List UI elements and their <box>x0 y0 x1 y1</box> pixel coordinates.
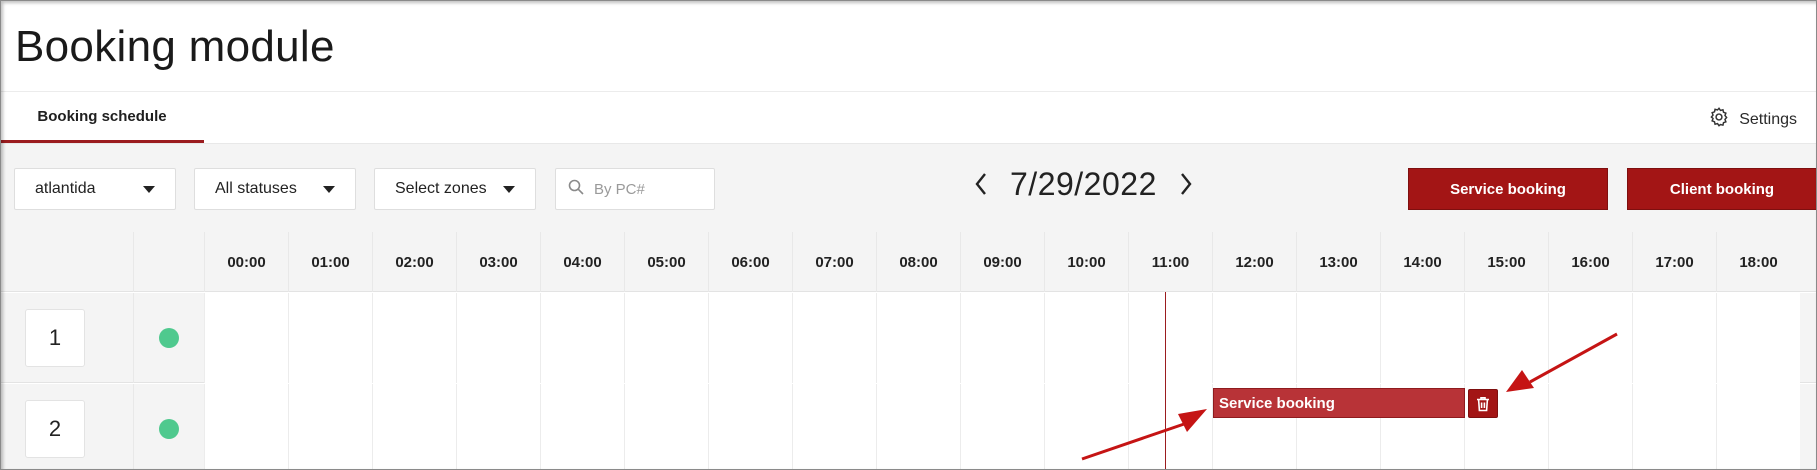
time-slot[interactable] <box>1044 384 1128 470</box>
hour-label: 13:00 <box>1296 232 1380 292</box>
hour-label: 05:00 <box>624 232 708 292</box>
prev-day-button[interactable] <box>970 164 992 204</box>
time-slot[interactable] <box>624 293 708 383</box>
time-slot[interactable] <box>288 384 372 470</box>
hour-label: 10:00 <box>1044 232 1128 292</box>
time-slot[interactable] <box>1044 293 1128 383</box>
time-slot[interactable] <box>540 384 624 470</box>
caret-down-icon <box>503 186 515 193</box>
caret-down-icon <box>323 186 335 193</box>
time-slot[interactable] <box>792 293 876 383</box>
date-navigator: 7/29/2022 <box>970 164 1197 204</box>
time-slot[interactable] <box>1128 293 1212 383</box>
caret-down-icon <box>143 186 155 193</box>
hour-label: 02:00 <box>372 232 456 292</box>
hour-label: 07:00 <box>792 232 876 292</box>
hour-label: 06:00 <box>708 232 792 292</box>
pc-search-input[interactable] <box>594 180 704 198</box>
status-indicator <box>159 419 179 439</box>
time-slot[interactable] <box>288 293 372 383</box>
status-column-header <box>133 232 204 292</box>
page-title: Booking module <box>15 22 335 71</box>
chevron-right-icon <box>1180 173 1192 195</box>
pc-number[interactable]: 1 <box>25 309 85 367</box>
time-slot[interactable] <box>1212 293 1296 383</box>
time-slot[interactable] <box>792 384 876 470</box>
service-booking-button[interactable]: Service booking <box>1408 168 1608 210</box>
time-slot[interactable] <box>624 384 708 470</box>
time-slot[interactable] <box>960 384 1044 470</box>
hour-label: 15:00 <box>1464 232 1548 292</box>
page-header: Booking module <box>0 0 1817 92</box>
time-slot[interactable] <box>456 384 540 470</box>
time-slot[interactable] <box>1632 384 1716 470</box>
zones-select-value: Select zones <box>395 180 487 197</box>
settings-link[interactable]: Settings <box>1708 106 1797 133</box>
tab-booking-schedule[interactable]: Booking schedule <box>0 92 204 143</box>
tab-bar: Booking schedule Settings <box>0 92 1817 144</box>
chevron-left-icon <box>975 173 986 195</box>
hour-label: 09:00 <box>960 232 1044 292</box>
schedule-header: 00:00 01:00 02:00 03:00 04:00 05:00 06:00 07:00… <box>0 232 1817 292</box>
time-slot[interactable] <box>1464 293 1548 383</box>
time-slot[interactable] <box>204 384 288 470</box>
time-slot[interactable] <box>708 293 792 383</box>
hour-label: 17:00 <box>1632 232 1716 292</box>
gear-icon <box>1708 106 1730 133</box>
hour-label: 11:00 <box>1128 232 1212 292</box>
schedule-row: 1 <box>0 293 1817 383</box>
column-divider <box>133 384 134 470</box>
time-slot[interactable] <box>372 293 456 383</box>
column-divider <box>133 293 134 383</box>
client-booking-button[interactable]: Client booking <box>1627 168 1817 210</box>
time-slot[interactable] <box>1548 293 1632 383</box>
service-booking-block[interactable]: Service booking <box>1213 388 1465 418</box>
delete-booking-button[interactable] <box>1468 389 1498 418</box>
time-slot[interactable] <box>1296 293 1380 383</box>
next-day-button[interactable] <box>1175 164 1197 204</box>
status-select[interactable]: All statuses <box>194 168 356 210</box>
zones-select[interactable]: Select zones <box>374 168 536 210</box>
toolbar: atlantida All statuses Select zones 7/29… <box>0 144 1817 232</box>
trash-icon <box>1477 396 1489 411</box>
time-slot[interactable] <box>876 293 960 383</box>
time-slot[interactable] <box>540 293 624 383</box>
time-slot[interactable] <box>1380 293 1464 383</box>
hour-label: 04:00 <box>540 232 624 292</box>
time-slot[interactable] <box>372 384 456 470</box>
time-slot[interactable] <box>960 293 1044 383</box>
time-slot[interactable] <box>204 293 288 383</box>
settings-label: Settings <box>1739 110 1797 128</box>
club-select[interactable]: atlantida <box>14 168 176 210</box>
status-indicator <box>159 328 179 348</box>
pc-number[interactable]: 2 <box>25 400 85 458</box>
hour-label: 16:00 <box>1548 232 1632 292</box>
club-select-value: atlantida <box>35 180 96 197</box>
pc-search[interactable] <box>555 168 715 210</box>
time-slot[interactable] <box>1632 293 1716 383</box>
status-select-value: All statuses <box>215 180 297 197</box>
time-slot[interactable] <box>456 293 540 383</box>
time-slot[interactable] <box>1548 384 1632 470</box>
time-slot[interactable] <box>1128 384 1212 470</box>
current-date: 7/29/2022 <box>1010 165 1157 202</box>
hour-label: 08:00 <box>876 232 960 292</box>
time-slot[interactable] <box>1716 384 1800 470</box>
time-slot[interactable] <box>1716 293 1800 383</box>
search-icon <box>568 179 594 200</box>
current-time-indicator <box>1165 292 1166 470</box>
hour-label: 18:00 <box>1716 232 1800 292</box>
hour-label: 00:00 <box>204 232 288 292</box>
schedule-row: 2 <box>0 384 1817 470</box>
hour-label: 01:00 <box>288 232 372 292</box>
time-slot[interactable] <box>876 384 960 470</box>
hour-label: 12:00 <box>1212 232 1296 292</box>
hour-label: 03:00 <box>456 232 540 292</box>
time-slot[interactable] <box>708 384 792 470</box>
hour-label: 14:00 <box>1380 232 1464 292</box>
